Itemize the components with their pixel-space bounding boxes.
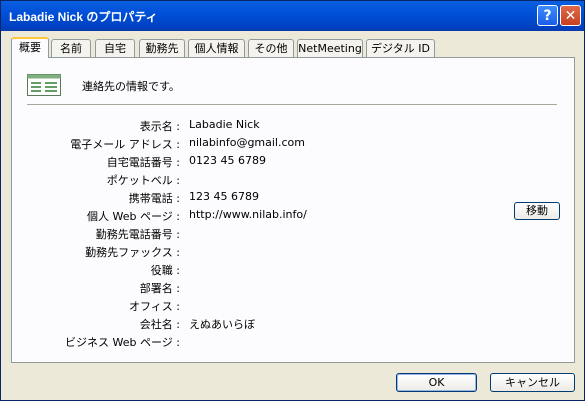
separator <box>27 104 557 105</box>
field-label: 表示名 : <box>139 120 180 133</box>
tab-personal[interactable]: 個人情報 <box>188 39 245 57</box>
tab-other[interactable]: その他 <box>248 39 294 57</box>
properties-dialog: Labadie Nick のプロパティ ? ✕ 概要 名前 自宅 勤務先 個人情… <box>0 0 585 401</box>
tab-summary[interactable]: 概要 <box>11 37 49 58</box>
field-job-title: 役職 : <box>12 262 572 280</box>
field-value: nilabinfo@gmail.com <box>189 136 305 149</box>
window-title: Labadie Nick のプロパティ <box>9 10 158 24</box>
field-personal-web: 個人 Web ページ : http://www.nilab.info/ <box>12 208 572 226</box>
field-business-fax: 勤務先ファックス : <box>12 244 572 262</box>
field-company: 会社名 : えぬあいらぼ <box>12 316 572 334</box>
help-icon: ? <box>543 7 552 24</box>
field-label: 自宅電話番号 : <box>106 156 180 169</box>
field-pager: ポケットベル : <box>12 172 572 190</box>
tab-home[interactable]: 自宅 <box>95 39 135 57</box>
summary-panel: 連絡先の情報です。 表示名 : Labadie Nick 電子メール アドレス … <box>11 57 575 363</box>
ok-button[interactable]: OK <box>396 373 477 392</box>
field-value: 123 45 6789 <box>189 190 259 203</box>
cancel-button[interactable]: キャンセル <box>490 373 575 392</box>
title-bar[interactable]: Labadie Nick のプロパティ ? ✕ <box>1 1 584 31</box>
field-email: 電子メール アドレス : nilabinfo@gmail.com <box>12 136 572 154</box>
field-label: 役職 : <box>150 264 180 277</box>
field-label: 勤務先ファックス : <box>85 246 180 259</box>
field-label: 電子メール アドレス : <box>70 138 180 151</box>
field-label: ビジネス Web ページ : <box>65 336 180 349</box>
field-value: 0123 45 6789 <box>189 154 266 167</box>
help-button[interactable]: ? <box>537 5 558 26</box>
field-label: 携帯電話 : <box>128 192 180 205</box>
tab-netmeeting[interactable]: NetMeeting <box>297 39 363 57</box>
field-label: オフィス : <box>129 300 180 313</box>
field-label: 部署名 : <box>139 282 180 295</box>
go-to-webpage-button[interactable]: 移動 <box>514 202 560 220</box>
field-office: オフィス : <box>12 298 572 316</box>
field-business-web: ビジネス Web ページ : <box>12 334 572 352</box>
close-icon: ✕ <box>564 7 577 24</box>
close-button[interactable]: ✕ <box>560 5 581 26</box>
tab-name[interactable]: 名前 <box>51 39 91 57</box>
tab-digital-id[interactable]: デジタル ID <box>366 39 435 57</box>
field-business-phone: 勤務先電話番号 : <box>12 226 572 244</box>
field-value: http://www.nilab.info/ <box>189 208 307 221</box>
field-label: 会社名 : <box>139 318 180 331</box>
field-label: 個人 Web ページ : <box>87 210 180 223</box>
field-value: えぬあいらぼ <box>189 318 255 331</box>
field-display-name: 表示名 : Labadie Nick <box>12 118 572 136</box>
field-label: 勤務先電話番号 : <box>95 228 180 241</box>
tab-business[interactable]: 勤務先 <box>139 39 185 57</box>
intro-text: 連絡先の情報です。 <box>82 80 180 93</box>
field-department: 部署名 : <box>12 280 572 298</box>
contact-card-icon <box>27 74 61 96</box>
field-home-phone: 自宅電話番号 : 0123 45 6789 <box>12 154 572 172</box>
field-mobile: 携帯電話 : 123 45 6789 <box>12 190 572 208</box>
field-value: Labadie Nick <box>189 118 260 131</box>
field-label: ポケットベル : <box>106 174 180 187</box>
